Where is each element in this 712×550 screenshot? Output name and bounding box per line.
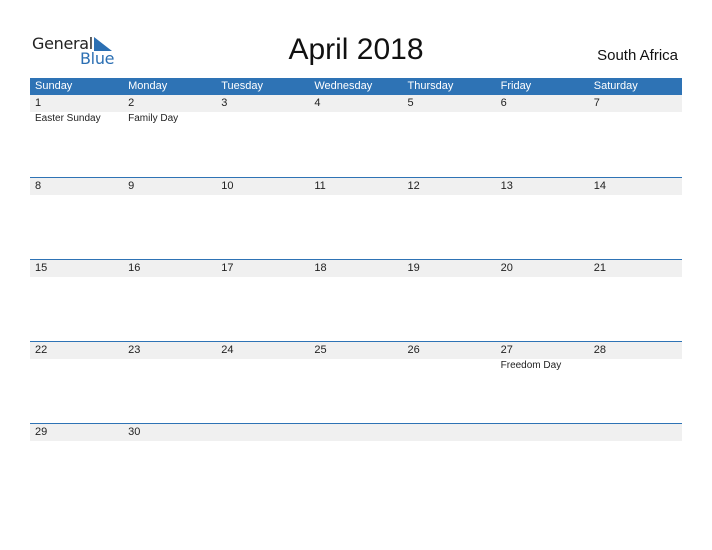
day-number: 18 [314, 262, 327, 274]
day-number: 17 [221, 262, 234, 274]
weekday-sunday: Sunday [35, 80, 73, 92]
day-number: 7 [593, 97, 600, 109]
day-number: 4 [314, 97, 321, 109]
day-number: 11 [314, 180, 326, 192]
holiday-label [403, 112, 496, 126]
day-number [589, 424, 682, 441]
week-row: 1 2 3 4 5 6 7 Easter Sunday Family Day [30, 95, 682, 177]
day-number: 19 [407, 262, 420, 274]
holiday-label: Family Day [128, 113, 179, 124]
day-number: 5 [407, 97, 414, 109]
day-number [403, 424, 496, 441]
week-row: 8 9 10 11 12 13 14 [30, 177, 682, 259]
day-number [309, 424, 402, 441]
day-number: 2 [128, 97, 135, 109]
calendar-grid: Sunday Monday Tuesday Wednesday Thursday… [30, 78, 682, 505]
week-row: 29 30 [30, 423, 682, 505]
day-number: 13 [500, 180, 513, 192]
day-number: 15 [35, 262, 48, 274]
day-number: 10 [221, 180, 234, 192]
holiday-label [216, 359, 309, 373]
weekday-monday: Monday [128, 80, 168, 92]
day-number [496, 424, 589, 441]
date-strip: 29 30 [30, 424, 682, 441]
events-row: Easter Sunday Family Day [30, 112, 682, 126]
day-number: 1 [35, 97, 42, 109]
day-number: 28 [593, 344, 606, 356]
weekday-header: Sunday Monday Tuesday Wednesday Thursday… [30, 78, 682, 95]
day-number: 27 [500, 344, 513, 356]
date-strip: 22 23 24 25 26 27 28 [30, 342, 682, 359]
weekday-wednesday: Wednesday [314, 80, 373, 92]
weekday-tuesday: Tuesday [221, 80, 264, 92]
week-row: 15 16 17 18 19 20 21 [30, 259, 682, 341]
holiday-label [30, 359, 123, 373]
date-strip: 1 2 3 4 5 6 7 [30, 95, 682, 112]
holiday-label [309, 359, 402, 373]
day-number: 26 [407, 344, 420, 356]
holiday-label [123, 359, 216, 373]
country-label: South Africa [597, 47, 678, 64]
day-number: 21 [593, 262, 606, 274]
day-number: 14 [593, 180, 606, 192]
holiday-label [403, 359, 496, 373]
holiday-label: Easter Sunday [35, 113, 101, 124]
day-number [216, 424, 309, 441]
day-number: 30 [128, 426, 141, 438]
day-number: 22 [35, 344, 48, 356]
date-strip: 8 9 10 11 12 13 14 [30, 178, 682, 195]
holiday-label [216, 112, 309, 126]
day-number: 20 [500, 262, 513, 274]
date-strip: 15 16 17 18 19 20 21 [30, 260, 682, 277]
holiday-label [589, 359, 682, 373]
day-number: 8 [35, 180, 42, 192]
holiday-label [589, 112, 682, 126]
day-number: 29 [35, 426, 48, 438]
holiday-label [309, 112, 402, 126]
weekday-saturday: Saturday [593, 80, 638, 92]
week-row: 22 23 24 25 26 27 28 Freedom Day [30, 341, 682, 423]
day-number: 12 [407, 180, 420, 192]
day-number: 9 [128, 180, 135, 192]
day-number: 25 [314, 344, 327, 356]
holiday-label: Freedom Day [500, 360, 562, 371]
holiday-label [496, 112, 589, 126]
events-row: Freedom Day [30, 359, 682, 373]
weeks-container: 1 2 3 4 5 6 7 Easter Sunday Family Day 8 9 10 11 12 13… [30, 95, 682, 505]
day-number: 16 [128, 262, 141, 274]
day-number: 23 [128, 344, 141, 356]
day-number: 3 [221, 97, 228, 109]
day-number: 6 [500, 97, 507, 109]
day-number: 24 [221, 344, 234, 356]
weekday-friday: Friday [500, 80, 532, 92]
weekday-thursday: Thursday [407, 80, 454, 92]
